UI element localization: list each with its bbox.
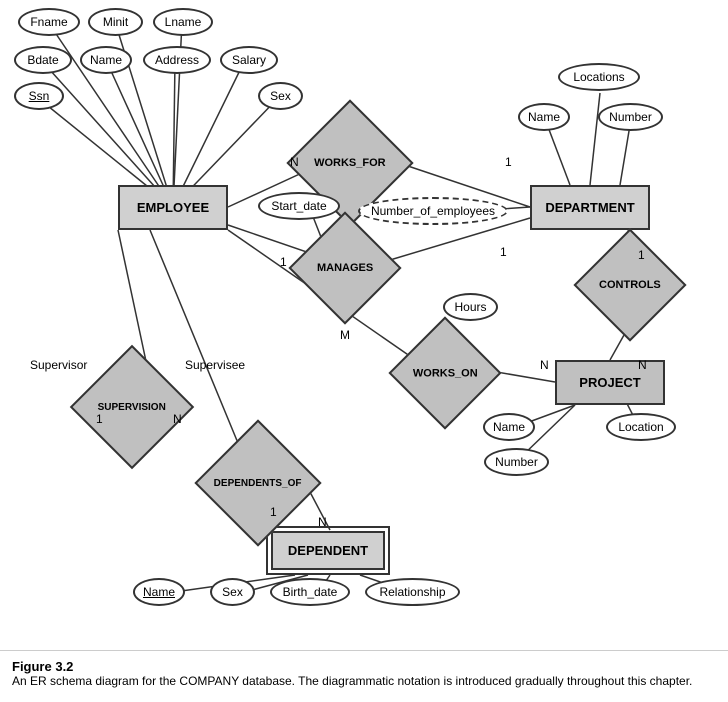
label-n-controls: N: [638, 358, 647, 372]
address-attribute: Address: [143, 46, 211, 74]
label-m-works-on: M: [340, 328, 350, 342]
birth-date-attribute: Birth_date: [270, 578, 350, 606]
er-diagram: EMPLOYEE DEPARTMENT PROJECT DEPENDENT WO…: [0, 0, 728, 650]
dep-name-attribute: Name: [133, 578, 185, 606]
department-entity: DEPARTMENT: [530, 185, 650, 230]
start-date-attribute: Start_date: [258, 192, 340, 220]
proj-number-attribute: Number: [484, 448, 549, 476]
fname-attribute: Fname: [18, 8, 80, 36]
label-n-works-for: N: [290, 155, 299, 169]
label-1-supervision: 1: [96, 412, 103, 426]
num-employees-attribute: Number_of_employees: [358, 197, 508, 225]
label-n-works-on: N: [540, 358, 549, 372]
salary-attribute: Salary: [220, 46, 278, 74]
controls-relationship: CONTROLS: [573, 228, 686, 341]
dept-number-attribute: Number: [598, 103, 663, 131]
label-1-controls: 1: [638, 248, 645, 262]
hours-attribute: Hours: [443, 293, 498, 321]
location-attribute: Location: [606, 413, 676, 441]
works-on-relationship: WORKS_ON: [388, 316, 501, 429]
label-supervisor: Supervisor: [30, 358, 87, 372]
figure-text: An ER schema diagram for the COMPANY dat…: [12, 674, 692, 688]
project-entity: PROJECT: [555, 360, 665, 405]
sex-attribute: Sex: [258, 82, 303, 110]
label-1-manages-right: 1: [500, 245, 507, 259]
employee-entity: EMPLOYEE: [118, 185, 228, 230]
name-emp-attribute: Name: [80, 46, 132, 74]
locations-attribute: Locations: [558, 63, 640, 91]
dep-sex-attribute: Sex: [210, 578, 255, 606]
ssn-attribute: Ssn: [14, 82, 64, 110]
label-supervisee: Supervisee: [185, 358, 245, 372]
manages-relationship: MANAGES: [288, 211, 401, 324]
proj-name-attribute: Name: [483, 413, 535, 441]
dependent-entity: DEPENDENT: [266, 526, 390, 575]
figure-title: Figure 3.2: [12, 659, 73, 674]
label-n-dependents: N: [318, 515, 327, 529]
label-n-supervision: N: [173, 412, 182, 426]
bdate-attribute: Bdate: [14, 46, 72, 74]
relationship-attribute: Relationship: [365, 578, 460, 606]
label-1-dependents: 1: [270, 505, 277, 519]
dept-name-attribute: Name: [518, 103, 570, 131]
supervision-relationship: SUPERVISION: [70, 345, 194, 469]
figure-caption: Figure 3.2 An ER schema diagram for the …: [0, 650, 728, 696]
label-1-works-for: 1: [505, 155, 512, 169]
minit-attribute: Minit: [88, 8, 143, 36]
lname-attribute: Lname: [153, 8, 213, 36]
label-1-manages-left: 1: [280, 255, 287, 269]
